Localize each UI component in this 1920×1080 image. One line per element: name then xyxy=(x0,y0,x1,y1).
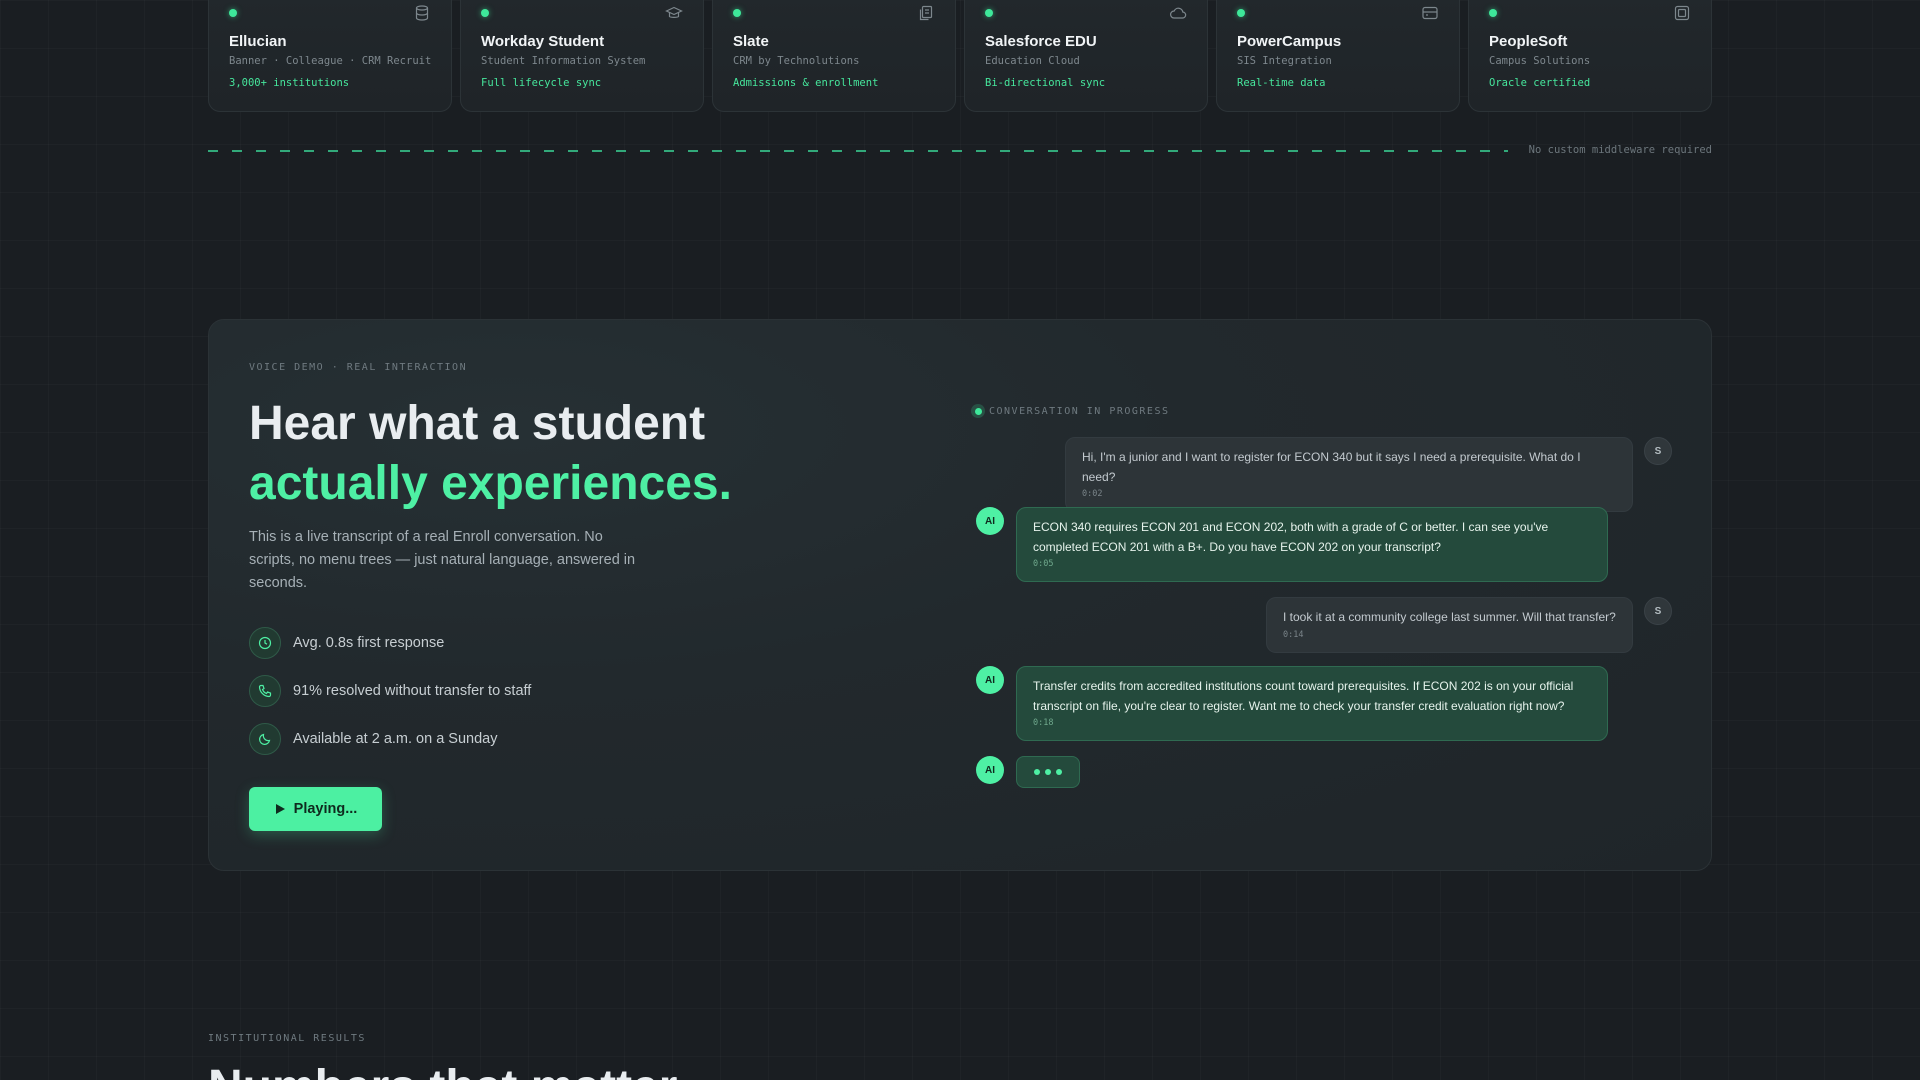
integration-name: Slate xyxy=(733,33,769,50)
integration-name: Workday Student xyxy=(481,33,605,50)
status-dot xyxy=(733,9,741,17)
message-time: 0:18 xyxy=(1033,718,1054,728)
demo-lead: This is a live transcript of a real Enro… xyxy=(249,529,636,591)
cloud-icon xyxy=(1170,7,1187,19)
integration-name: PeopleSoft xyxy=(1489,33,1568,50)
integration-sub: CRM by Technolutions xyxy=(733,55,860,67)
play-icon xyxy=(275,804,285,814)
ai-avatar: AI xyxy=(976,756,1004,784)
demo-title-line2: actually experiences. xyxy=(249,457,732,510)
integration-card-salesforce[interactable]: Salesforce EDU Education Cloud Bi-direct… xyxy=(964,0,1208,112)
status-dot xyxy=(481,9,489,17)
connector-dashed-line xyxy=(208,150,1508,152)
integration-tag: Real-time data xyxy=(1237,77,1326,89)
clock-icon xyxy=(249,627,281,659)
chip-icon xyxy=(1674,5,1690,21)
chat-message-ai: ECON 340 requires ECON 201 and ECON 202,… xyxy=(1016,507,1608,582)
user-avatar: S xyxy=(1644,437,1672,465)
ai-avatar: AI xyxy=(976,507,1004,535)
integration-tag: Full lifecycle sync xyxy=(481,77,602,89)
play-button[interactable]: Playing... xyxy=(249,787,382,831)
demo-title-line1: Hear what a student xyxy=(249,397,706,450)
stat-text: 91% resolved without transfer to staff xyxy=(293,683,532,699)
integration-card-workday[interactable]: Workday Student Student Information Syst… xyxy=(460,0,704,112)
user-avatar: S xyxy=(1644,597,1672,625)
message-time: 0:02 xyxy=(1082,489,1103,499)
phone-icon xyxy=(249,675,281,707)
conversation-status-label: CONVERSATION IN PROGRESS xyxy=(989,405,1170,417)
integration-tag: 3,000+ institutions xyxy=(229,77,350,89)
status-dot xyxy=(985,9,993,17)
status-dot xyxy=(1237,9,1245,17)
message-time: 0:05 xyxy=(1033,559,1054,569)
conversation-status: CONVERSATION IN PROGRESS xyxy=(971,404,1170,418)
integration-note: No custom middleware required xyxy=(1528,144,1712,156)
message-text: I took it at a community college last su… xyxy=(1283,610,1616,624)
integration-card-slate[interactable]: Slate CRM by Technolutions Admissions & … xyxy=(712,0,956,112)
status-dot xyxy=(229,9,237,17)
ai-avatar: AI xyxy=(976,666,1004,694)
stat-item: Available at 2 a.m. on a Sunday xyxy=(249,723,531,755)
voice-demo-panel: VOICE DEMO · REAL INTERACTION Hear what … xyxy=(208,319,1712,871)
stat-item: 91% resolved without transfer to staff xyxy=(249,675,531,707)
play-button-label: Playing... xyxy=(293,801,358,817)
server-icon xyxy=(1422,6,1438,20)
message-text: ECON 340 requires ECON 201 and ECON 202,… xyxy=(1033,520,1549,554)
message-text: Hi, I'm a junior and I want to register … xyxy=(1082,450,1581,484)
graduation-cap-icon xyxy=(665,6,683,18)
stat-text: Available at 2 a.m. on a Sunday xyxy=(293,731,498,747)
integration-tag: Bi-directional sync xyxy=(985,77,1106,89)
chat-message-user: Hi, I'm a junior and I want to register … xyxy=(1065,437,1633,512)
chat-message-ai: Transfer credits from accredited institu… xyxy=(1016,666,1608,741)
integration-tag: Oracle certified xyxy=(1489,77,1591,89)
live-indicator-icon xyxy=(971,404,985,418)
integration-sub: Banner · Colleague · CRM Recruit xyxy=(229,55,432,67)
stat-item: Avg. 0.8s first response xyxy=(249,627,531,659)
typing-indicator xyxy=(1016,756,1080,788)
integration-sub: SIS Integration xyxy=(1237,55,1332,67)
integration-card-powercampus[interactable]: PowerCampus SIS Integration Real-time da… xyxy=(1216,0,1460,112)
integration-sub: Education Cloud xyxy=(985,55,1080,67)
chat-message-user: I took it at a community college last su… xyxy=(1266,597,1633,653)
files-icon xyxy=(919,5,933,21)
integration-card-ellucian[interactable]: Ellucian Banner · Colleague · CRM Recrui… xyxy=(208,0,452,112)
integration-cards: Ellucian Banner · Colleague · CRM Recrui… xyxy=(208,0,1712,112)
status-dot xyxy=(1489,9,1497,17)
integration-name: Ellucian xyxy=(229,33,287,50)
stat-text: Avg. 0.8s first response xyxy=(293,635,445,651)
message-time: 0:14 xyxy=(1283,629,1304,640)
results-title: Numbers that matter xyxy=(208,1060,677,1080)
integration-sub: Campus Solutions xyxy=(1489,55,1591,67)
results-eyebrow: INSTITUTIONAL RESULTS xyxy=(208,1033,366,1044)
integration-name: PowerCampus xyxy=(1237,33,1342,50)
message-text: Transfer credits from accredited institu… xyxy=(1033,679,1574,713)
integration-sub: Student Information System xyxy=(481,55,646,67)
database-icon xyxy=(415,5,429,21)
demo-title: Hear what a student actually experiences… xyxy=(249,394,732,514)
demo-stats: Avg. 0.8s first response 91% resolved wi… xyxy=(249,627,531,771)
integration-card-peoplesoft[interactable]: PeopleSoft Campus Solutions Oracle certi… xyxy=(1468,0,1712,112)
moon-icon xyxy=(249,723,281,755)
demo-eyebrow: VOICE DEMO · REAL INTERACTION xyxy=(249,362,468,373)
integration-tag: Admissions & enrollment xyxy=(733,77,879,89)
integration-name: Salesforce EDU xyxy=(985,33,1097,50)
